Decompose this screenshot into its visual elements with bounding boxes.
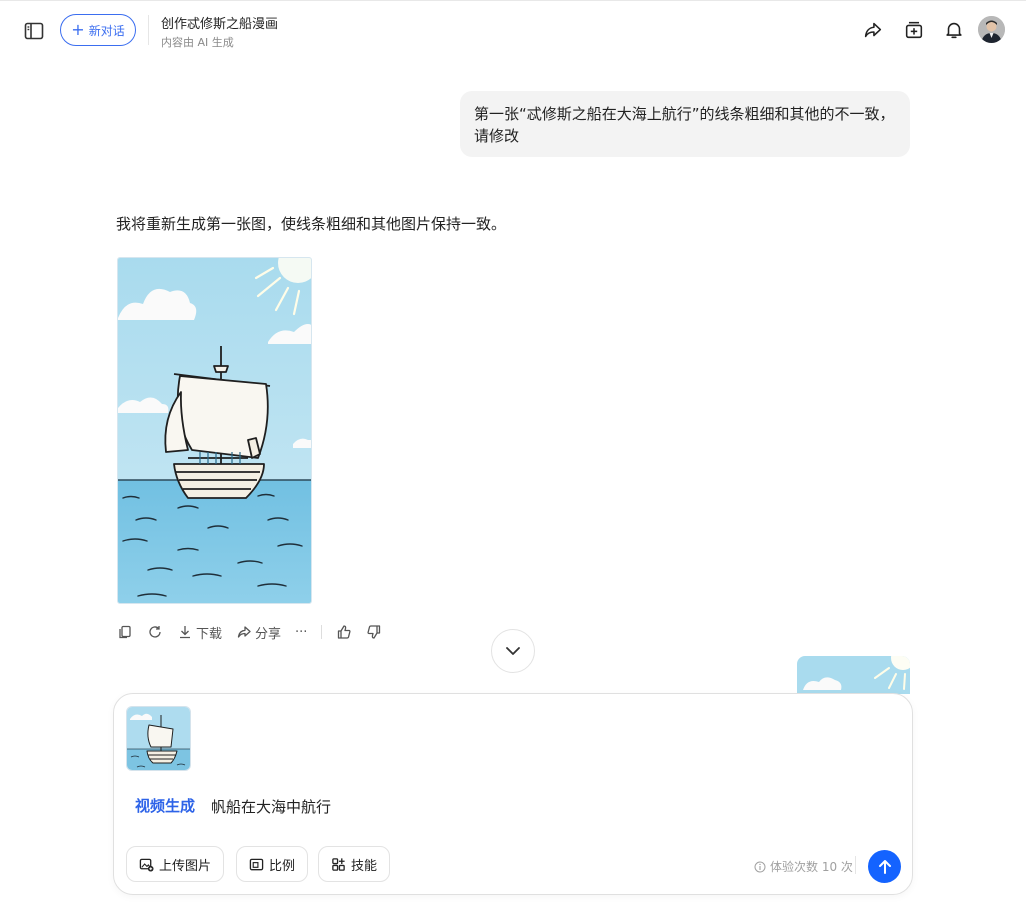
message-action-bar: 下载 分享 ···	[117, 620, 396, 644]
aspect-ratio-button[interactable]: 比例	[236, 846, 309, 882]
new-chat-label: 新对话	[88, 23, 125, 38]
regenerate-icon	[149, 626, 161, 638]
dislike-button[interactable]	[366, 624, 382, 640]
image-upload-icon	[139, 858, 154, 872]
add-to-collection-icon[interactable]	[903, 19, 925, 41]
next-message-image-preview[interactable]	[797, 656, 910, 694]
share-icon[interactable]	[862, 19, 884, 41]
usage-quota-text: 体验次数 10 次	[770, 860, 853, 874]
usage-quota: 体验次数 10 次	[754, 858, 853, 875]
attached-image-thumbnail[interactable]	[126, 706, 191, 771]
share-label: 分享	[255, 626, 282, 642]
share-message-button[interactable]: 分享	[236, 623, 281, 642]
aspect-ratio-label: 比例	[269, 858, 296, 874]
more-label: ···	[295, 624, 308, 640]
download-icon	[180, 626, 190, 639]
thumbs-up-icon	[338, 625, 351, 639]
composer-divider	[855, 856, 856, 874]
sidebar-toggle-icon[interactable]	[22, 19, 46, 43]
skills-label: 技能	[351, 858, 378, 874]
copy-icon	[119, 625, 131, 639]
ratio-icon	[249, 858, 264, 870]
copy-button[interactable]	[117, 624, 133, 640]
regenerate-button[interactable]	[147, 624, 163, 640]
skill-tag-video[interactable]: 视频生成	[135, 795, 195, 816]
conversation-title: 创作忒修斯之船漫画	[161, 17, 279, 32]
header-divider	[148, 15, 149, 45]
arrow-up-icon	[878, 859, 891, 874]
user-avatar[interactable]	[978, 16, 1005, 43]
user-message-bubble: 第一张“忒修斯之船在大海上航行”的线条粗细和其他的不一致，请修改	[460, 91, 910, 157]
upload-image-label: 上传图片	[159, 858, 212, 874]
assistant-message-text: 我将重新生成第一张图，使线条粗细和其他图片保持一致。	[116, 215, 507, 233]
new-chat-button[interactable]: + 新对话	[60, 14, 136, 46]
message-composer: 视频生成 帆船在大海中航行 上传图片 比例 技能 体验次数 10 次	[113, 693, 913, 895]
more-button[interactable]: ···	[295, 625, 307, 640]
plus-icon: +	[71, 20, 85, 39]
upload-image-button[interactable]: 上传图片	[126, 846, 225, 882]
ai-disclaimer: 内容由 AI 生成	[161, 36, 234, 49]
send-button[interactable]	[868, 850, 901, 883]
like-button[interactable]	[336, 624, 352, 640]
thumbs-down-icon	[367, 625, 381, 639]
scroll-to-bottom-button[interactable]	[491, 629, 535, 673]
download-button[interactable]: 下载	[177, 623, 222, 642]
prompt-input[interactable]: 帆船在大海中航行	[211, 796, 331, 817]
generated-ship-image[interactable]	[117, 257, 312, 604]
download-label: 下载	[196, 626, 223, 642]
bell-icon[interactable]	[943, 19, 965, 41]
skills-button[interactable]: 技能	[318, 846, 391, 882]
info-icon	[754, 861, 766, 872]
chevron-down-icon	[506, 647, 520, 655]
user-message-text: 第一张“忒修斯之船在大海上航行”的线条粗细和其他的不一致，请修改	[474, 105, 895, 145]
top-bar: + 新对话 创作忒修斯之船漫画 内容由 AI 生成	[0, 0, 1026, 60]
share-icon	[237, 626, 251, 638]
skills-icon	[332, 857, 345, 871]
action-divider	[321, 625, 323, 639]
